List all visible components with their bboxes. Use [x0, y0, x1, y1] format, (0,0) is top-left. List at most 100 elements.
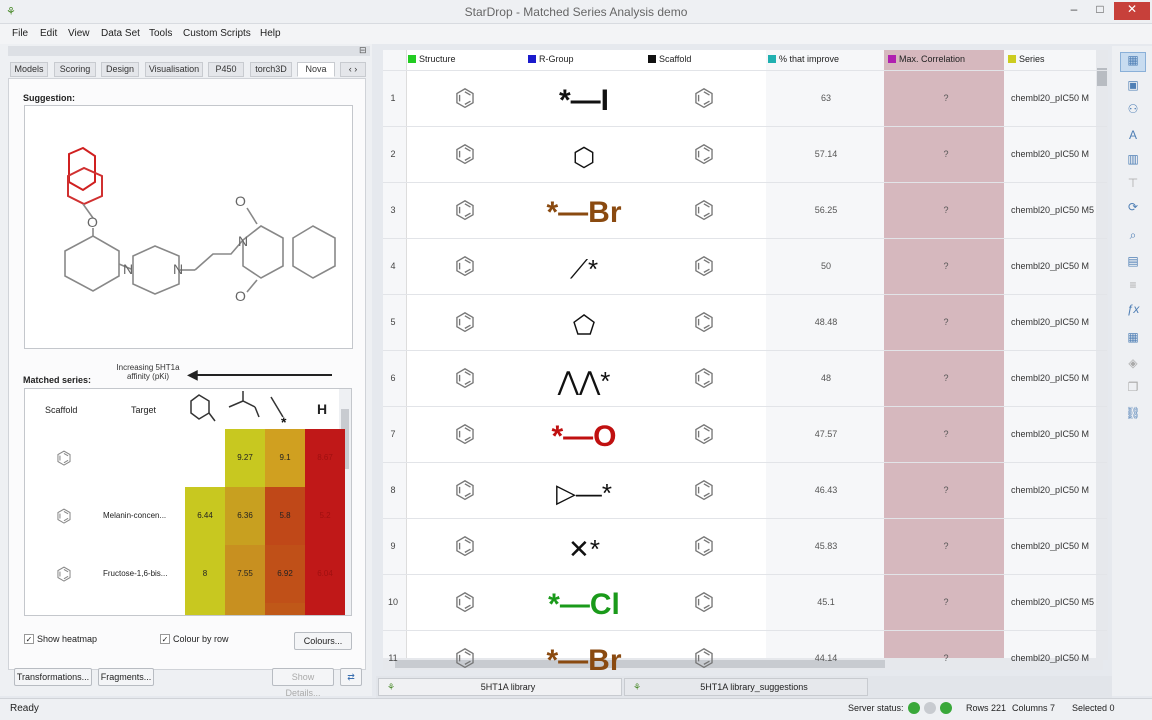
colours-button[interactable]: Colours...	[294, 632, 352, 650]
rgroup-image: ⋀⋀*	[557, 366, 611, 396]
pin-icon[interactable]: ⊟	[359, 45, 367, 56]
tab-visualisation[interactable]: Visualisation	[145, 62, 203, 77]
tab-models[interactable]: Models	[10, 62, 48, 77]
columns-icon[interactable]: ▥	[1120, 152, 1146, 172]
heatmap-cell[interactable]: 5.8	[265, 487, 305, 545]
function-icon[interactable]: ƒx	[1120, 302, 1146, 322]
grid-row[interactable]: 5 ⌬ ⬠ ⌬ 48.48? chembl20_pIC50 M	[383, 294, 1107, 350]
heatmap-cell[interactable]: 5.2	[305, 487, 345, 545]
heatmap-cell[interactable]: 6.04	[305, 545, 345, 603]
col-header-structure[interactable]: Structure	[408, 51, 456, 67]
layers-icon[interactable]: ◈	[1120, 356, 1146, 376]
heatmap-cell[interactable]: 6.92	[265, 545, 305, 603]
refresh-icon[interactable]: ⟳	[1120, 200, 1146, 220]
copy-icon[interactable]: ❐	[1120, 380, 1146, 400]
menu-tools[interactable]: Tools	[149, 28, 172, 39]
table-icon[interactable]: ▦	[1120, 330, 1146, 350]
show-details-button[interactable]: Show Details...	[272, 668, 334, 698]
heatmap-cell[interactable]: 8	[185, 545, 225, 603]
tab-scroll-arrows[interactable]: ‹ ›	[340, 62, 366, 77]
grid-row[interactable]: 2 ⌬ ⬡ ⌬ 57.14? chembl20_pIC50 M	[383, 126, 1107, 182]
tab-5ht1a-library-suggestions[interactable]: ⚘ 5HT1A library_suggestions	[624, 678, 868, 696]
scaffold-image: ⌬	[693, 253, 715, 280]
grid-row[interactable]: 4 ⌬ ⟋* ⌬ 50? chembl20_pIC50 M	[383, 238, 1107, 294]
col-header-scaffold[interactable]: Scaffold	[648, 51, 691, 67]
fragments-button[interactable]: Fragments...	[98, 668, 154, 686]
heatmap-cell[interactable]: 6.44	[185, 487, 225, 545]
max-correlation-value: ?	[943, 373, 949, 383]
tab-nova[interactable]: Nova	[297, 62, 335, 77]
menu-custom-scripts[interactable]: Custom Scripts	[183, 28, 251, 39]
tab-design[interactable]: Design	[101, 62, 139, 77]
max-correlation-value: ?	[943, 205, 949, 215]
grid-row[interactable]: 10 ⌬ *—Cl ⌬ 45.1? chembl20_pIC50 M5	[383, 574, 1107, 630]
series-value: chembl20_pIC50 M	[1011, 541, 1090, 551]
col-header-rgroup[interactable]: R-Group	[528, 51, 574, 67]
scaffold-image: ⌬	[693, 309, 715, 336]
heatmap-cell[interactable]: 9.1	[265, 429, 305, 487]
h-column-header: H	[317, 401, 328, 417]
heatmap-cell[interactable]: 6.58	[265, 603, 305, 615]
heatmap-cell[interactable]: 8.67	[305, 429, 345, 487]
col-header-max-correlation[interactable]: Max. Correlation	[888, 51, 965, 67]
colour-by-row-checkbox[interactable]: ✓ Colour by row	[160, 634, 229, 644]
col-header-pct-improve[interactable]: % that improve	[768, 51, 839, 67]
export-button[interactable]: ⇄	[340, 668, 362, 686]
tab-5ht1a-library[interactable]: ⚘ 5HT1A library	[378, 678, 622, 696]
table-view-icon[interactable]: ▦	[1120, 52, 1146, 72]
heatmap-cell[interactable]: 6.36	[225, 487, 265, 545]
close-button[interactable]: ✕	[1114, 2, 1150, 20]
panel-header	[8, 46, 370, 56]
network-icon[interactable]: ⚇	[1120, 102, 1146, 122]
rows-count: Rows 221	[966, 703, 1007, 713]
heatmap-cell[interactable]: 7.55	[225, 545, 265, 603]
heatmap-cell[interactable]: 6.05	[305, 603, 345, 615]
server-status-label: Server status:	[848, 703, 904, 713]
grid-icon[interactable]: ▤	[1120, 254, 1146, 274]
pct-improve-value: 48.48	[814, 317, 838, 327]
link-icon[interactable]: ⛓	[1120, 406, 1146, 426]
series-value: chembl20_pIC50 M	[1011, 317, 1090, 327]
structure-image: ⌬	[454, 421, 476, 448]
max-correlation-value: ?	[943, 93, 949, 103]
row-number: 8	[390, 485, 396, 495]
heatmap-cell[interactable]	[185, 429, 225, 487]
maximize-button[interactable]: □	[1088, 2, 1112, 20]
scaffold-image: ⌬	[693, 477, 715, 504]
grid-row[interactable]: 1 ⌬ *—I ⌬ 63? chembl20_pIC50 M	[383, 70, 1107, 126]
search-icon[interactable]: ⌕	[1120, 228, 1146, 248]
filter-icon[interactable]: ⊤	[1120, 176, 1146, 196]
tab-p450[interactable]: P450	[208, 62, 244, 77]
heatmap-cell[interactable]: 7.46	[185, 603, 225, 615]
tab-torch3d[interactable]: torch3D	[250, 62, 292, 77]
menu-view[interactable]: View	[68, 28, 90, 39]
chart-icon[interactable]: ▣	[1120, 78, 1146, 98]
grid-row[interactable]: 8 ⌬ ▷—* ⌬ 46.43? chembl20_pIC50 M	[383, 462, 1107, 518]
list-icon[interactable]: ≡	[1120, 278, 1146, 298]
grid-row[interactable]: 3 ⌬ *—Br ⌬ 56.25? chembl20_pIC50 M5	[383, 182, 1107, 238]
series-value: chembl20_pIC50 M	[1011, 261, 1090, 271]
max-correlation-value: ?	[943, 541, 949, 551]
heatmap-cell[interactable]: 7.14	[225, 603, 265, 615]
pct-improve-value: 44.14	[814, 653, 838, 663]
tab-scoring[interactable]: Scoring	[54, 62, 96, 77]
menu-data-set[interactable]: Data Set	[101, 28, 140, 39]
col-header-series[interactable]: Series	[1008, 51, 1045, 67]
server-status-green-icon	[908, 702, 920, 714]
transformations-button[interactable]: Transformations...	[14, 668, 92, 686]
scaffold-image: ⌬	[693, 85, 715, 112]
menu-help[interactable]: Help	[260, 28, 281, 39]
row-number: 10	[387, 597, 398, 607]
menu-file[interactable]: File	[12, 28, 28, 39]
show-heatmap-checkbox[interactable]: ✓ Show heatmap	[24, 634, 97, 644]
arrow-label: Increasing 5HT1a affinity (pKi)	[116, 363, 180, 381]
row-number: 11	[388, 653, 398, 663]
grid-row[interactable]: 6 ⌬ ⋀⋀* ⌬ 48? chembl20_pIC50 M	[383, 350, 1107, 406]
menu-edit[interactable]: Edit	[40, 28, 57, 39]
minimize-button[interactable]: ‒	[1062, 2, 1086, 20]
grid-row[interactable]: 9 ⌬ ✕* ⌬ 45.83? chembl20_pIC50 M	[383, 518, 1107, 574]
font-icon[interactable]: A	[1120, 128, 1146, 148]
heatmap-cell[interactable]: 9.27	[225, 429, 265, 487]
grid-row[interactable]: 7 ⌬ *—O ⌬ 47.57? chembl20_pIC50 M	[383, 406, 1107, 462]
scaffold-image: ⌬	[693, 533, 715, 560]
